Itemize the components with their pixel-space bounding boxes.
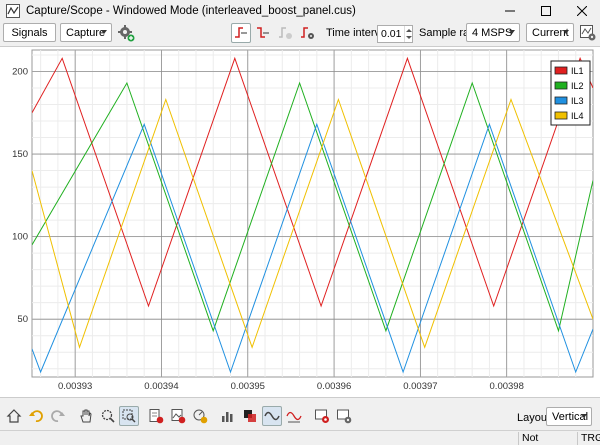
maximize-button[interactable] (528, 0, 564, 22)
legend-swatch-il2 (554, 81, 568, 90)
trigger-config-icon[interactable] (297, 23, 317, 43)
bottom-toolbar (0, 400, 600, 430)
chevron-down-icon (563, 30, 569, 34)
x-tick-label: 0.00395 (231, 381, 265, 392)
y-tick-label: 100 (12, 232, 28, 243)
status-bar: Not available TRG (0, 430, 600, 445)
capture-select[interactable]: Capture (60, 23, 112, 42)
pan-hand-icon[interactable] (76, 406, 96, 426)
title-bar: Capture/Scope - Windowed Mode (interleav… (0, 0, 600, 22)
legend-label-il3: IL3 (571, 96, 584, 106)
x-tick-label: 0.00396 (317, 381, 351, 392)
app-icon (6, 4, 20, 18)
close-button[interactable] (564, 0, 600, 22)
export-image-icon[interactable] (168, 406, 188, 426)
trigger-falling-icon[interactable] (253, 23, 273, 43)
capture-select-value: Capture (66, 26, 106, 39)
export-settings-icon[interactable] (578, 23, 598, 43)
mode-select[interactable]: Current (526, 23, 574, 42)
square-wave-icon[interactable] (240, 406, 260, 426)
signals-button[interactable]: Signals (3, 23, 56, 42)
top-toolbar: Signals Capture Time interval 0.01 Sampl… (0, 22, 600, 44)
record-icon[interactable] (312, 406, 332, 426)
maximize-icon (541, 6, 551, 16)
legend-swatch-il3 (554, 96, 568, 105)
sample-rate-value: 4 MSPS (472, 26, 513, 39)
export-csv-icon[interactable] (146, 406, 166, 426)
zoom-area-icon[interactable] (119, 406, 139, 426)
legend-label-il2: IL2 (571, 81, 584, 91)
redo-icon[interactable] (48, 406, 68, 426)
x-tick-label: 0.00398 (490, 381, 524, 392)
minimize-icon (505, 10, 515, 12)
trigger-settings-disabled-icon[interactable] (275, 23, 295, 43)
y-tick-label: 200 (12, 66, 28, 77)
time-interval-value: 0.01 (381, 28, 402, 40)
x-tick-label: 0.00397 (403, 381, 437, 392)
settings-gear-icon[interactable] (116, 23, 136, 43)
undo-icon[interactable] (26, 406, 46, 426)
legend-swatch-il1 (554, 66, 568, 75)
home-icon[interactable] (4, 406, 24, 426)
chevron-down-icon (509, 30, 515, 34)
legend-label-il4: IL4 (571, 111, 584, 121)
measure-icon[interactable] (190, 406, 210, 426)
zoom-icon[interactable] (98, 406, 118, 426)
scope-plot-panel[interactable]: 0.00393 0.00394 0.00395 0.00396 0.00397 0.003… (0, 46, 600, 398)
x-tick-label: 0.00394 (144, 381, 178, 392)
close-icon (577, 6, 587, 16)
chevron-down-icon (101, 30, 107, 34)
x-tick-label: 0.00393 (58, 381, 92, 392)
sample-rate-select[interactable]: 4 MSPS (466, 23, 520, 42)
window-title: Capture/Scope - Windowed Mode (interleav… (26, 5, 356, 17)
trigger-status-badge: TRG (577, 432, 600, 445)
minimize-button[interactable] (492, 0, 528, 22)
legend-label-il1: IL1 (571, 66, 584, 76)
trigger-rising-icon[interactable] (231, 23, 251, 43)
fft-icon[interactable] (284, 406, 304, 426)
layout-select[interactable]: Vertical (546, 407, 592, 426)
sine-wave-icon[interactable] (262, 406, 282, 426)
screenshot-settings-icon[interactable] (334, 406, 354, 426)
y-tick-label: 150 (12, 149, 28, 160)
chevron-down-icon (581, 414, 587, 418)
availability-status: Not available (518, 432, 576, 445)
scope-chart[interactable]: 0.00393 0.00394 0.00395 0.00396 0.00397 0.003… (0, 47, 600, 399)
legend-swatch-il4 (554, 111, 568, 120)
bar-chart-icon[interactable] (218, 406, 238, 426)
y-tick-label: 50 (17, 314, 28, 325)
time-interval-spinbox[interactable]: 0.01 (377, 25, 413, 43)
spinner-arrows-icon[interactable] (404, 26, 412, 42)
